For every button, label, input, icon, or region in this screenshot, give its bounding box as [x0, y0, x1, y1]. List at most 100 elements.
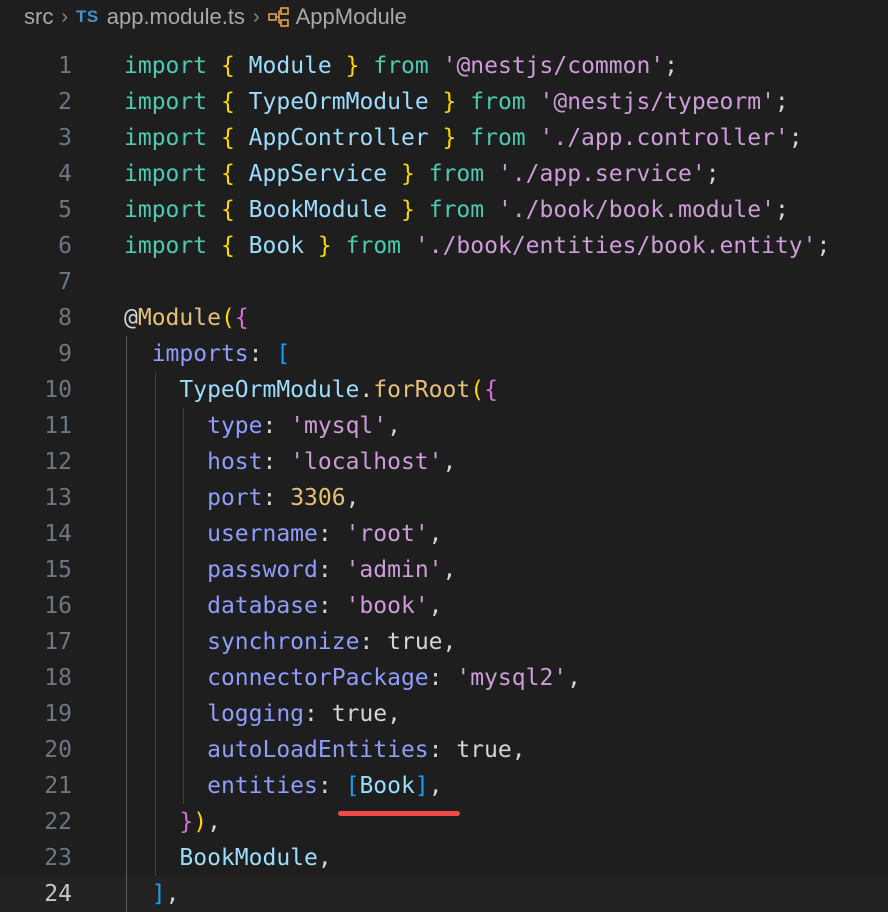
code-line[interactable]: 19 logging: true, — [0, 696, 888, 732]
code-token: forRoot — [373, 377, 471, 403]
code-token: Book — [359, 773, 415, 799]
code-token: synchronize — [207, 629, 360, 655]
code-text: logging: true, — [124, 696, 401, 732]
code-token: , — [511, 737, 526, 763]
line-number: 9 — [58, 341, 72, 367]
breadcrumb-file-label: app.module.ts — [106, 4, 245, 29]
code-text: import { Module } from '@nestjs/common'; — [124, 48, 678, 84]
code-token: , — [428, 773, 443, 799]
code-token: from — [345, 233, 402, 259]
code-token: , — [428, 521, 443, 547]
code-token: } — [442, 125, 457, 151]
code-line[interactable]: 24 ], — [0, 876, 888, 912]
code-line[interactable]: 23 BookModule, — [0, 840, 888, 876]
code-line[interactable]: 9 imports: [ — [0, 336, 888, 372]
code-line[interactable]: 7 — [0, 264, 888, 300]
code-line[interactable]: 20 autoLoadEntities: true, — [0, 732, 888, 768]
indent-guide — [183, 408, 184, 804]
line-number: 14 — [44, 521, 72, 547]
code-token: true — [331, 701, 388, 727]
code-token: . — [359, 377, 374, 403]
code-line[interactable]: 3 import { AppController } from './app.co… — [0, 120, 888, 156]
code-line[interactable]: 21 entities: [Book], — [0, 768, 888, 804]
code-text: autoLoadEntities: true, — [124, 732, 526, 768]
code-token: database — [207, 593, 318, 619]
code-token: } — [401, 161, 415, 187]
code-line[interactable]: 16 database: 'book', — [0, 588, 888, 624]
chevron-right-icon: › — [61, 5, 68, 28]
annotation-underline — [338, 811, 460, 816]
breadcrumb-file[interactable]: TS app.module.ts — [76, 4, 245, 30]
code-line[interactable]: 11 type: 'mysql', — [0, 408, 888, 444]
code-token: { — [220, 233, 235, 259]
code-line[interactable]: 12 host: 'localhost', — [0, 444, 888, 480]
code-token: @ — [124, 305, 138, 331]
code-token: { — [220, 197, 235, 223]
code-token: 'root' — [345, 521, 429, 547]
code-line[interactable]: 10 TypeOrmModule.forRoot({ — [0, 372, 888, 408]
code-line[interactable]: 15 password: 'admin', — [0, 552, 888, 588]
code-text: type: 'mysql', — [124, 408, 401, 444]
line-number: 3 — [58, 125, 72, 151]
code-token: ] — [414, 773, 429, 799]
code-line[interactable]: 5 import { BookModule } from './book/book… — [0, 192, 888, 228]
code-token: AppService — [248, 161, 388, 187]
line-number: 22 — [44, 809, 72, 835]
code-token: TypeOrmModule — [248, 89, 429, 115]
code-line[interactable]: 6 import { Book } from './book/entities/b… — [0, 228, 888, 264]
code-token: { — [220, 53, 235, 79]
breadcrumb-folder[interactable]: src — [24, 4, 53, 30]
code-line[interactable]: 1 import { Module } from '@nestjs/common'… — [0, 48, 888, 84]
code-token: , — [317, 845, 332, 871]
code-line[interactable]: 18 connectorPackage: 'mysql2', — [0, 660, 888, 696]
code-line[interactable]: 17 synchronize: true, — [0, 624, 888, 660]
code-token: import — [124, 125, 208, 151]
code-token: : — [428, 665, 457, 691]
code-token: Module — [248, 53, 332, 79]
code-token: } — [317, 233, 332, 259]
code-token: imports — [151, 341, 249, 367]
code-token: : — [317, 773, 346, 799]
code-line[interactable]: 2 import { TypeOrmModule } from '@nestjs/… — [0, 84, 888, 120]
code-line[interactable]: 22 }), — [0, 804, 888, 840]
code-text: ], — [124, 876, 180, 912]
code-token: { — [484, 377, 498, 403]
code-line[interactable]: 4 import { AppService } from './app.servi… — [0, 156, 888, 192]
code-token: './app.controller' — [539, 125, 789, 151]
breadcrumb-symbol[interactable]: AppModule — [267, 4, 407, 30]
breadcrumb-symbol-label: AppModule — [295, 4, 407, 29]
code-token: BookModule — [248, 197, 388, 223]
line-number: 8 — [58, 305, 72, 331]
code-token: , — [567, 665, 581, 691]
line-number: 11 — [44, 413, 72, 439]
code-line[interactable]: 14 username: 'root', — [0, 516, 888, 552]
code-token: : — [262, 449, 291, 475]
code-text: TypeOrmModule.forRoot({ — [124, 372, 498, 408]
code-token: ( — [470, 377, 485, 403]
code-token: ; — [816, 233, 831, 259]
breadcrumb: src › TS app.module.ts › AppModule — [0, 0, 888, 34]
code-line[interactable]: 13 port: 3306, — [0, 480, 888, 516]
code-token: './book/entities/book.entity' — [414, 233, 817, 259]
code-line[interactable]: 8 @Module({ — [0, 300, 888, 336]
code-editor[interactable]: 1 import { Module } from '@nestjs/common'… — [0, 48, 888, 912]
line-number: 23 — [44, 845, 72, 871]
